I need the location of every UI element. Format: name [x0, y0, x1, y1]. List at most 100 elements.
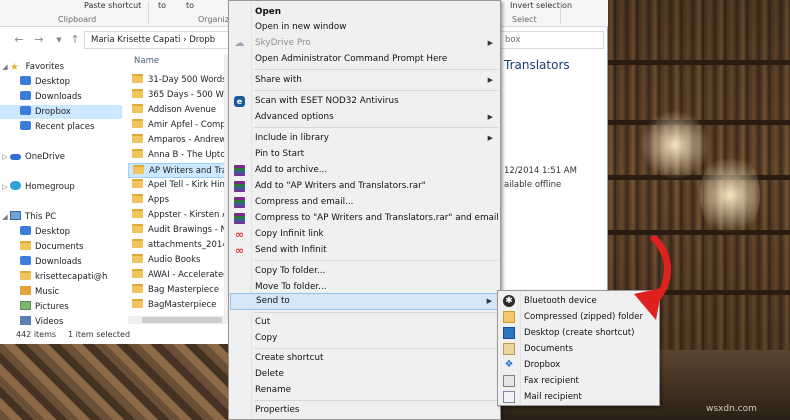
- list-item[interactable]: 365 Days - 500 Words: [128, 88, 228, 103]
- nav-videos[interactable]: Videos: [0, 315, 122, 329]
- folder-icon: [132, 134, 143, 143]
- list-item[interactable]: Apel Tell - Kirk Hine: [128, 178, 228, 193]
- winrar-icon: [234, 181, 245, 192]
- fax-icon: [503, 375, 515, 387]
- send-to-fax[interactable]: Fax recipient: [499, 373, 658, 389]
- menu-item-open-new-window[interactable]: Open in new window: [230, 19, 499, 36]
- menu-item-copy-to-folder[interactable]: Copy To folder...: [230, 263, 499, 280]
- desktop-icon: [503, 327, 515, 339]
- select-group-label: Select: [512, 15, 537, 24]
- desktop-folder-icon: [20, 226, 31, 235]
- list-item[interactable]: Anna B - The Uptown: [128, 148, 228, 163]
- list-item[interactable]: BagMasterpiece: [128, 298, 228, 313]
- send-to-mail[interactable]: Mail recipient: [499, 389, 658, 405]
- list-item[interactable]: Bag Masterpiece: [128, 283, 228, 298]
- paste-shortcut-button[interactable]: Paste shortcut: [84, 1, 141, 10]
- menu-item-send-to[interactable]: Send to ▶: [230, 293, 499, 310]
- submenu-arrow-icon: ▶: [487, 76, 493, 84]
- horizontal-scrollbar[interactable]: [128, 316, 228, 324]
- dropbox-icon: [20, 106, 31, 115]
- recent-places-icon: [20, 121, 31, 130]
- infinit-icon: ∞: [234, 228, 245, 241]
- address-path: Maria Krisette Capati › Dropb: [91, 35, 216, 45]
- videos-folder-icon: [20, 316, 31, 325]
- nav-pc-desktop[interactable]: Desktop: [0, 225, 122, 239]
- list-item[interactable]: Amir Apfel - Comput: [128, 118, 228, 133]
- invert-selection-button[interactable]: Invert selection: [510, 1, 572, 10]
- list-item-selected[interactable]: AP Writers and Transl: [128, 163, 228, 178]
- pc-icon: [10, 211, 21, 220]
- eset-icon: e: [234, 96, 245, 107]
- bluetooth-icon: ✱: [503, 295, 515, 307]
- list-item[interactable]: Appster - Kirsten Arm: [128, 208, 228, 223]
- menu-item-admin-command-prompt[interactable]: Open Administrator Command Prompt Here: [230, 51, 499, 68]
- send-to-dropbox[interactable]: ❖ Dropbox: [499, 357, 658, 373]
- menu-item-include-in-library[interactable]: Include in library ▶: [230, 130, 499, 147]
- nav-homegroup[interactable]: ▷ Homegroup: [0, 180, 122, 194]
- address-bar[interactable]: Maria Krisette Capati › Dropb: [84, 31, 231, 49]
- nav-this-pc[interactable]: ◢ This PC: [0, 210, 122, 224]
- up-arrow-icon[interactable]: ↑: [68, 33, 82, 47]
- list-item[interactable]: Apps: [128, 193, 228, 208]
- forward-arrow-icon[interactable]: →: [32, 33, 46, 47]
- folder-icon: [132, 299, 143, 308]
- skydrive-icon: ☁: [234, 38, 245, 49]
- send-to-desktop[interactable]: Desktop (create shortcut): [499, 325, 658, 341]
- menu-item-copy[interactable]: Copy: [230, 330, 499, 347]
- move-to-button[interactable]: to: [158, 1, 166, 10]
- desktop-folder-icon: [20, 76, 31, 85]
- folder-icon: [132, 284, 143, 293]
- details-date: 12/2014 1:51 AM: [504, 166, 577, 176]
- menu-item-add-to-rar[interactable]: Add to "AP Writers and Translators.rar": [230, 178, 499, 195]
- menu-item-send-with-infinit[interactable]: ∞ Send with Infinit: [230, 242, 499, 259]
- menu-item-create-shortcut[interactable]: Create shortcut: [230, 350, 499, 367]
- nav-favorites[interactable]: ◢ ★ Favorites: [0, 60, 122, 74]
- navigation-pane: ◢ ★ Favorites Desktop Downloads Dropbox R…: [0, 54, 122, 328]
- nav-user-folder[interactable]: krisettecapati@h: [0, 270, 122, 284]
- menu-item-eset-scan[interactable]: e Scan with ESET NOD32 Antivirus: [230, 93, 499, 110]
- list-item[interactable]: AWAI - Accelerated Pr: [128, 268, 228, 283]
- nav-pc-downloads[interactable]: Downloads: [0, 255, 122, 269]
- menu-item-compress-to-rar-and-email[interactable]: Compress to "AP Writers and Translators.…: [230, 210, 499, 227]
- folder-icon: [132, 179, 143, 188]
- menu-item-advanced-options[interactable]: Advanced options ▶: [230, 109, 499, 126]
- nav-desktop[interactable]: Desktop: [0, 75, 122, 89]
- menu-item-delete[interactable]: Delete: [230, 366, 499, 383]
- copy-to-button[interactable]: to: [186, 1, 194, 10]
- nav-documents[interactable]: Documents: [0, 240, 122, 254]
- menu-item-cut[interactable]: Cut: [230, 314, 499, 331]
- search-input[interactable]: box: [498, 31, 604, 49]
- nav-onedrive[interactable]: ▷ OneDrive: [0, 150, 122, 164]
- nav-music[interactable]: Music: [0, 285, 122, 299]
- list-item[interactable]: Audit Brawings - Nels: [128, 223, 228, 238]
- name-column-header[interactable]: Name: [128, 54, 228, 68]
- menu-item-copy-infinit-link[interactable]: ∞ Copy Infinit link: [230, 226, 499, 243]
- nav-dropbox[interactable]: Dropbox: [0, 105, 122, 119]
- downloads-folder-icon: [20, 256, 31, 265]
- menu-item-add-to-archive[interactable]: Add to archive...: [230, 162, 499, 179]
- menu-item-properties[interactable]: Properties: [230, 402, 499, 419]
- watermark: wsxdn.com: [706, 404, 757, 414]
- recent-locations-chevron-icon[interactable]: ▼: [52, 33, 66, 47]
- nav-downloads[interactable]: Downloads: [0, 90, 122, 104]
- list-item[interactable]: Audio Books: [128, 253, 228, 268]
- nav-recent-places[interactable]: Recent places: [0, 120, 122, 134]
- menu-item-rename[interactable]: Rename: [230, 382, 499, 399]
- send-to-documents[interactable]: Documents: [499, 341, 658, 357]
- submenu-arrow-icon: ▶: [487, 113, 493, 121]
- folder-icon: [133, 165, 144, 174]
- menu-item-skydrive-pro[interactable]: ☁ SkyDrive Pro ▶: [230, 35, 499, 52]
- folder-icon: [132, 194, 143, 203]
- scrollbar-thumb[interactable]: [142, 317, 222, 323]
- star-icon: ★: [10, 62, 19, 73]
- nav-pictures[interactable]: Pictures: [0, 300, 122, 314]
- list-item[interactable]: Amparos - Andrew W: [128, 133, 228, 148]
- menu-item-pin-to-start[interactable]: Pin to Start: [230, 146, 499, 163]
- back-arrow-icon[interactable]: ←: [12, 33, 26, 47]
- list-item[interactable]: Addison Avenue: [128, 103, 228, 118]
- list-item[interactable]: 31-Day 500 Words Ch: [128, 73, 228, 88]
- list-item[interactable]: attachments_2014_07: [128, 238, 228, 253]
- pictures-folder-icon: [20, 301, 31, 310]
- menu-item-share-with[interactable]: Share with ▶: [230, 72, 499, 89]
- menu-item-compress-and-email[interactable]: Compress and email...: [230, 194, 499, 211]
